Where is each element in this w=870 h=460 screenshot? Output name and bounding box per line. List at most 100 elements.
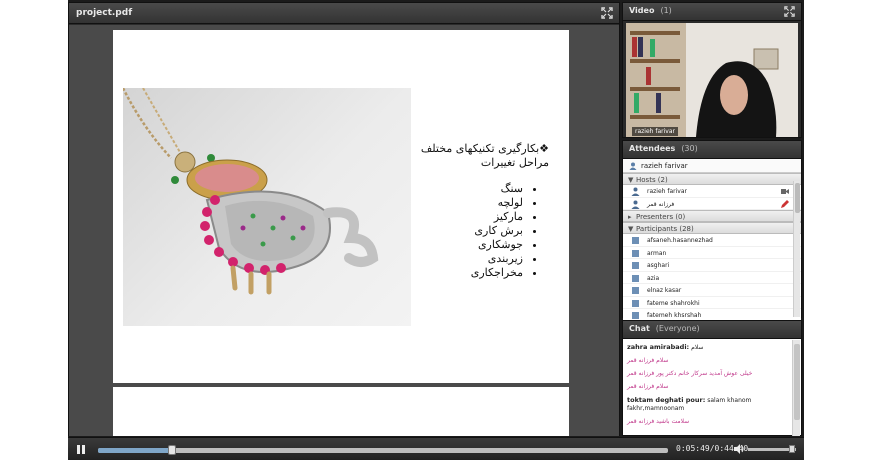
chat-message: سلام فرزانه قمر — [627, 383, 789, 391]
volume-icon[interactable] — [733, 443, 745, 455]
chat-message: خیلی عوش آمدید سرکار خانم دکتر پور فرزان… — [627, 370, 789, 378]
list-item[interactable]: elnaz kasar — [623, 284, 801, 297]
attendees-count: (30) — [681, 144, 698, 153]
chat-text: سلام فرزانه قمر — [627, 357, 669, 364]
participants-group-header[interactable]: ▼ Participants (28) — [623, 222, 801, 234]
chat-text: خیلی عوش آمدید سرکار خانم دکتر پور فرزان… — [627, 370, 753, 377]
slide-bullet: زیربندی — [421, 252, 523, 266]
slide-bullet: سنگ — [421, 182, 523, 196]
attendees-scrollbar[interactable] — [793, 181, 800, 317]
chat-sender: toktam deghati pour: — [627, 396, 706, 404]
document-pod: project.pdf ❖بکارگیری تکنیکهای مختلف مرا… — [68, 2, 620, 436]
attendees-pod-title: Attendees — [629, 144, 676, 153]
list-item[interactable]: فرزانه قمر — [623, 197, 801, 210]
host-name: razieh farivar — [647, 188, 687, 195]
chat-message: zahra amirabadi: سلام — [627, 343, 789, 352]
user-icon — [632, 287, 639, 294]
document-pod-header: project.pdf — [69, 3, 619, 24]
user-icon — [632, 274, 639, 282]
host-name: فرزانه قمر — [647, 200, 675, 208]
participant-name: fateme shahrokhi — [647, 299, 700, 307]
participant-name: azia — [647, 274, 660, 282]
participants-group-label: Participants (28) — [636, 225, 694, 233]
slide-bullet: جوشکاری — [421, 238, 523, 252]
chat-message: سلامت باشید فرزانه قمر — [627, 418, 789, 426]
meeting-app: project.pdf ❖بکارگیری تکنیکهای مختلف مرا… — [68, 0, 804, 460]
host-icon — [631, 187, 640, 196]
chat-text: سلامت باشید فرزانه قمر — [627, 418, 690, 425]
list-item[interactable]: azia — [623, 271, 801, 284]
attendees-scrollbar-thumb[interactable] — [795, 183, 800, 213]
document-title: project.pdf — [76, 8, 133, 18]
chat-text: سلام — [691, 344, 704, 351]
user-icon — [632, 262, 639, 269]
participant-name: afsaneh.hasannezhad — [647, 237, 713, 244]
chat-pod-header: Chat (Everyone) — [623, 321, 801, 339]
playback-scrubber-handle[interactable] — [168, 445, 177, 455]
pause-icon[interactable] — [74, 443, 88, 456]
presenters-group-header[interactable]: ▸ Presenters (0) — [623, 210, 801, 222]
chat-messages: zahra amirabadi: سلام سلام فرزانه قمر خی… — [623, 340, 793, 436]
hosts-group-label: Hosts (2) — [636, 176, 668, 184]
slide-bullet: مارکیز — [421, 210, 523, 224]
webcam-icon — [781, 189, 789, 194]
list-item[interactable]: afsaneh.hasannezhad — [623, 234, 801, 247]
user-icon — [629, 162, 637, 170]
document-viewer[interactable]: ❖بکارگیری تکنیکهای مختلف مراحل تغییرات س… — [69, 25, 619, 436]
user-icon — [632, 312, 639, 319]
video-pod-title: Video — [629, 6, 655, 15]
slide-page: ❖بکارگیری تکنیکهای مختلف مراحل تغییرات س… — [113, 30, 569, 383]
host-icon — [631, 200, 640, 209]
chevron-right-icon: ▸ — [628, 213, 632, 221]
chat-pod-title: Chat — [629, 324, 650, 333]
slide-bullet: لولچه — [421, 196, 523, 210]
slide-bullet: برش کاری — [421, 224, 523, 238]
attendees-pod-header: Attendees (30) — [623, 141, 801, 159]
attendees-pod: Attendees (30) razieh farivar ▼ Hosts (2) … — [622, 140, 802, 322]
next-slide-page — [113, 387, 569, 436]
chat-scope: (Everyone) — [655, 324, 700, 333]
chat-sender: zahra amirabadi: — [627, 343, 690, 351]
user-icon — [632, 299, 639, 307]
slide-text: ❖بکارگیری تکنیکهای مختلف مراحل تغییرات س… — [421, 142, 549, 280]
chat-message: toktam deghati pour: salam khanom fakhr,… — [627, 396, 789, 413]
chat-scrollbar-thumb[interactable] — [794, 344, 800, 420]
list-item[interactable]: razieh farivar — [623, 185, 801, 198]
participant-name: asghari — [647, 262, 670, 269]
chat-text: سلام فرزانه قمر — [627, 383, 669, 390]
jewelry-photo — [123, 88, 411, 326]
list-item[interactable]: asghari — [623, 259, 801, 272]
chat-pod: Chat (Everyone) zahra amirabadi: سلام سلا… — [622, 320, 802, 436]
playback-bar: 0:05:49/0:44:40 — [68, 437, 804, 460]
list-item[interactable]: arman — [623, 246, 801, 259]
webcam-presenter-label: razieh farivar — [632, 127, 678, 136]
presenters-group-label: Presenters (0) — [636, 213, 686, 221]
hosts-group-header[interactable]: ▼ Hosts (2) — [623, 173, 801, 185]
playback-progress — [98, 448, 173, 453]
participant-name: arman — [647, 249, 667, 257]
volume-slider-handle[interactable] — [789, 445, 796, 453]
list-item[interactable]: fateme shahrokhi — [623, 296, 801, 309]
current-user-name: razieh farivar — [641, 162, 688, 170]
chevron-down-icon: ▼ — [628, 225, 634, 233]
participant-name: elnaz kasar — [647, 287, 682, 294]
webcam-feed: razieh farivar — [626, 23, 798, 137]
video-count: (1) — [660, 6, 672, 15]
current-user-row[interactable]: razieh farivar — [623, 159, 801, 173]
slide-bullet: مخراجکاری — [421, 266, 523, 280]
participant-name: fatemeh khsrshah — [647, 312, 702, 319]
playback-scrubber[interactable] — [98, 445, 668, 455]
user-icon — [632, 237, 639, 244]
video-pod: Video (1) razieh farivar — [622, 2, 802, 138]
fullscreen-icon[interactable] — [601, 7, 613, 19]
video-pod-header: Video (1) — [623, 3, 801, 21]
chat-scrollbar[interactable] — [792, 340, 800, 436]
pencil-icon — [781, 199, 789, 208]
slide-subheading: مراحل تغییرات — [480, 156, 549, 169]
user-icon — [632, 249, 639, 257]
slide-bullets: سنگ لولچه مارکیز برش کاری جوشکاری زیربند… — [421, 182, 549, 280]
chat-message: سلام فرزانه قمر — [627, 357, 789, 365]
chevron-down-icon: ▼ — [628, 176, 634, 184]
slide-heading: ❖بکارگیری تکنیکهای مختلف — [420, 142, 549, 155]
fullscreen-icon[interactable] — [784, 6, 795, 17]
